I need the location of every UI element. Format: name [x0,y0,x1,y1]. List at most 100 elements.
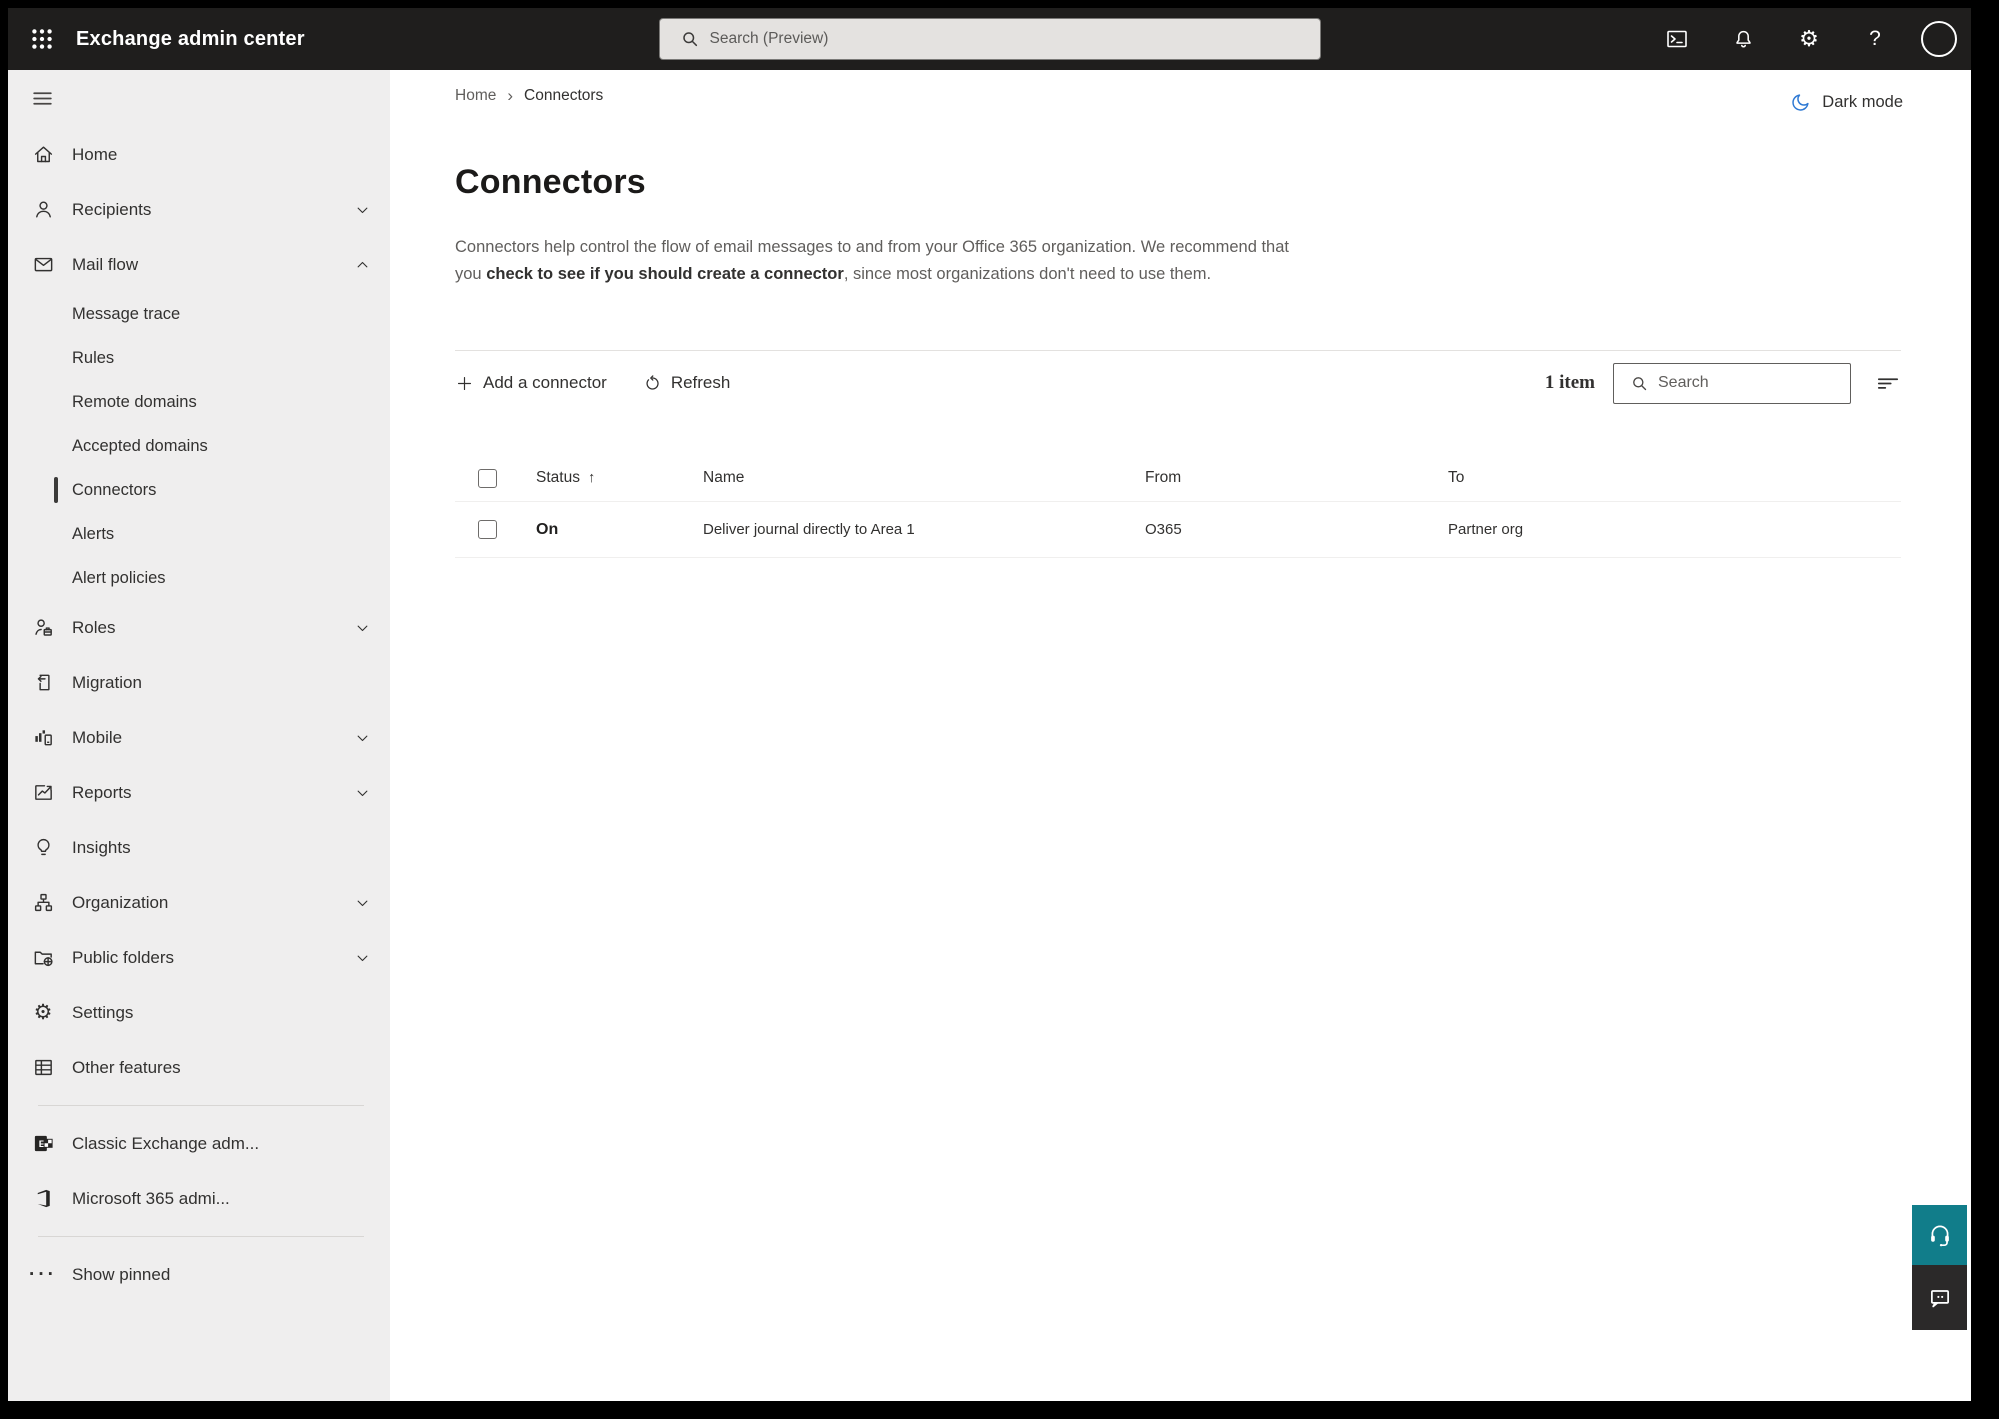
sidebar-item-label: Recipients [72,199,152,219]
filter-button[interactable] [1875,370,1901,396]
connectors-table: Status ↑ Name From To On Deliver journal … [455,455,1901,558]
waffle-icon [29,26,55,52]
sidebar-item-remote-domains[interactable]: Remote domains [8,380,390,424]
sidebar-item-accepted-domains[interactable]: Accepted domains [8,424,390,468]
page-title: Connectors [455,163,646,201]
sidebar-item-rules[interactable]: Rules [8,336,390,380]
breadcrumb-current: Connectors [524,87,604,104]
sidebar-item-label: Accepted domains [72,436,208,455]
ellipsis-icon: ··· [29,1263,57,1285]
sidebar-item-alert-policies[interactable]: Alert policies [8,556,390,600]
sidebar-item-public-folders[interactable]: Public folders [8,930,390,985]
feedback-button[interactable] [1912,1265,1967,1330]
page-description: Connectors help control the flow of emai… [455,234,1295,288]
column-header-from[interactable]: From [1145,469,1448,487]
add-connector-label: Add a connector [483,373,607,392]
global-search-box[interactable] [658,18,1321,60]
row-to: Partner org [1448,521,1524,538]
sidebar-item-label: Mobile [72,727,123,747]
sidebar-item-label: Home [72,144,118,164]
sidebar-item-label: Mail flow [72,254,139,274]
breadcrumb-home-link[interactable]: Home [455,87,496,105]
nav-list: Home Recipients Mail flow Message trace … [8,127,390,1302]
chevron-down-icon [355,620,370,635]
sidebar-item-migration[interactable]: Migration [8,655,390,710]
topbar-actions: ⚙ ? [1657,8,1957,70]
screenshot-frame: Exchange admin center Search (Preview) ⚙… [0,0,1999,1419]
dark-mode-toggle[interactable]: Dark mode [1790,92,1903,113]
line-chart-icon [30,781,56,804]
sidebar-item-label: Organization [72,892,169,912]
column-header-status[interactable]: Status ↑ [536,469,703,487]
sidebar-item-microsoft-365-admin[interactable]: Microsoft 365 admi... [8,1171,390,1226]
sidebar-item-label: Connectors [72,480,157,499]
refresh-button[interactable]: Refresh [643,373,730,393]
search-icon [680,29,700,49]
add-connector-button[interactable]: Add a connector [455,373,607,393]
cloud-shell-button[interactable] [1657,19,1697,59]
sidebar-item-settings[interactable]: ⚙ Settings [8,985,390,1040]
sidebar-item-show-pinned[interactable]: ··· Show pinned [8,1247,390,1302]
sidebar-item-alerts[interactable]: Alerts [8,512,390,556]
item-count: 1 item [1544,372,1595,393]
sidebar-item-reports[interactable]: Reports [8,765,390,820]
nav-divider [38,1105,364,1106]
sidebar-item-label: Other features [72,1057,181,1077]
column-header-name[interactable]: Name [703,469,1145,487]
row-from: O365 [1145,521,1182,538]
app-launcher-button[interactable] [22,19,62,59]
help-button[interactable]: ? [1855,19,1895,59]
sidebar-item-label: Reports [72,782,132,802]
main-content: Home › Connectors Dark mode Connectors C… [390,70,1971,1401]
mail-icon [30,253,56,276]
sidebar-item-mobile[interactable]: Mobile [8,710,390,765]
help-icon: ? [1869,27,1881,50]
sidebar-item-roles[interactable]: Roles [8,600,390,655]
list-search-box[interactable] [1613,362,1865,404]
chevron-up-icon [355,257,370,272]
table-header-row: Status ↑ Name From To [455,455,1901,502]
sidebar-item-label: Insights [72,837,131,857]
create-connector-link[interactable]: check to see if you should create a conn… [486,265,844,283]
support-button[interactable] [1912,1205,1967,1265]
sidebar-item-mail-flow[interactable]: Mail flow [8,237,390,292]
sidebar-item-recipients[interactable]: Recipients [8,182,390,237]
avatar[interactable] [1921,21,1957,57]
breadcrumb: Home › Connectors [455,85,1901,107]
sidebar-item-label: Alerts [72,524,115,543]
hamburger-icon [30,86,55,111]
row-name[interactable]: Deliver journal directly to Area 1 [703,521,1145,538]
sidebar-item-label: Microsoft 365 admi... [72,1188,230,1208]
search-icon [1630,374,1649,393]
sort-ascending-icon: ↑ [587,470,596,486]
sidebar-item-label: Show pinned [72,1264,171,1284]
settings-button[interactable]: ⚙ [1789,19,1829,59]
sidebar-item-message-trace[interactable]: Message trace [8,292,390,336]
body: Home Recipients Mail flow Message trace … [8,70,1971,1401]
column-header-to[interactable]: To [1448,469,1901,487]
row-checkbox[interactable] [478,520,497,539]
document-arrow-icon [30,671,56,694]
plus-icon [455,374,474,393]
notifications-button[interactable] [1723,19,1763,59]
sidebar-item-label: Rules [72,348,115,367]
nav-divider [38,1236,364,1237]
select-all-cell [455,468,536,488]
org-tree-icon [30,891,56,914]
global-search-input[interactable] [709,30,1308,48]
select-all-checkbox[interactable] [478,468,497,488]
sidebar-item-connectors[interactable]: Connectors [8,468,390,512]
chevron-down-icon [355,202,370,217]
chevron-down-icon [355,785,370,800]
refresh-icon [643,374,662,393]
list-search-input[interactable] [1658,374,1865,392]
sidebar-item-organization[interactable]: Organization [8,875,390,930]
top-bar: Exchange admin center Search (Preview) ⚙… [8,8,1971,70]
sidebar-item-classic-exchange-admin[interactable]: E Classic Exchange adm... [8,1116,390,1171]
sidebar-item-insights[interactable]: Insights [8,820,390,875]
gear-icon: ⚙ [1799,26,1819,51]
collapse-nav-button[interactable] [8,76,390,120]
sidebar-item-home[interactable]: Home [8,127,390,182]
sidebar-item-other-features[interactable]: Other features [8,1040,390,1095]
table-row[interactable]: On Deliver journal directly to Area 1 O3… [455,502,1901,558]
